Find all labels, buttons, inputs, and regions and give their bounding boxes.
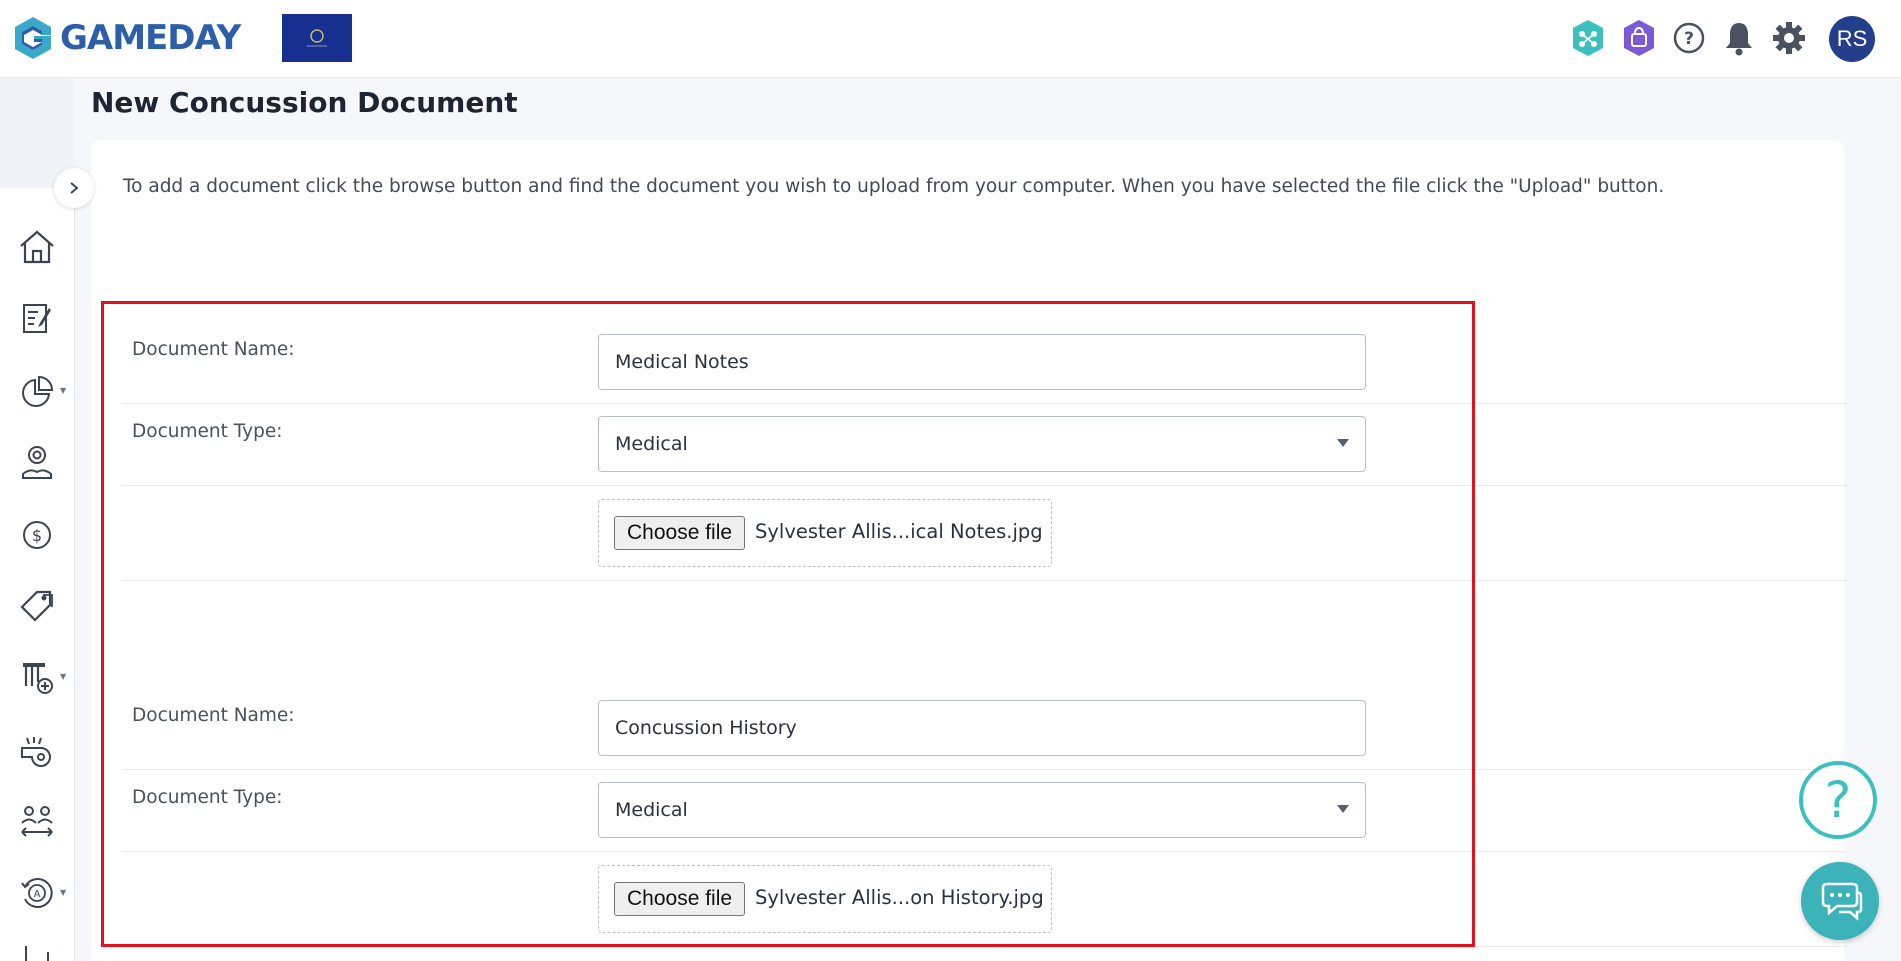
transfers-icon bbox=[21, 806, 53, 837]
finance-dollar-icon: $ bbox=[23, 521, 51, 549]
whistle-icon bbox=[21, 737, 51, 767]
top-bar: GAMEDAY ? RS bbox=[0, 0, 1901, 78]
accreditation-icon: A bbox=[21, 878, 53, 908]
bell-icon[interactable] bbox=[1719, 17, 1759, 59]
document-type-label: Document Type: bbox=[132, 787, 283, 808]
sidebar-item-officials[interactable] bbox=[14, 728, 60, 774]
reports-pie-icon bbox=[22, 375, 54, 407]
document-name-label: Document Name: bbox=[132, 705, 295, 726]
chevron-down-icon bbox=[1337, 439, 1349, 447]
sidebar-expand-button[interactable] bbox=[54, 168, 94, 208]
sidebar-item-transfers[interactable] bbox=[14, 799, 60, 845]
gameday-g-icon bbox=[15, 17, 51, 59]
competitions-icon bbox=[23, 663, 53, 694]
row-divider bbox=[122, 851, 1847, 852]
accreditation-caret-icon: ▼ bbox=[60, 888, 67, 897]
crest-icon bbox=[307, 29, 327, 47]
row-divider bbox=[122, 769, 1847, 770]
chat-bubble-icon bbox=[1821, 882, 1863, 921]
registration-form-icon bbox=[23, 304, 51, 333]
sidebar-item-finance[interactable]: $ bbox=[14, 512, 60, 558]
sidebar-item-products[interactable] bbox=[14, 583, 60, 629]
question-mark-icon: ? bbox=[1824, 771, 1852, 829]
brand-name: GAMEDAY bbox=[60, 18, 241, 58]
chat-button[interactable] bbox=[1801, 862, 1879, 940]
document-name-label: Document Name: bbox=[132, 339, 295, 360]
competitions-caret-icon: ▼ bbox=[60, 672, 67, 681]
sidebar-item-registrations[interactable] bbox=[14, 295, 60, 341]
chart-icon bbox=[25, 946, 49, 961]
home-icon bbox=[20, 230, 54, 264]
document-type-value: Medical bbox=[615, 799, 688, 821]
row-divider bbox=[122, 580, 1847, 581]
selected-file-name: Sylvester Allis...ical Notes.jpg bbox=[755, 520, 1043, 543]
row-divider bbox=[122, 946, 1847, 947]
gameday-logo[interactable]: GAMEDAY bbox=[12, 14, 241, 62]
svg-text:A: A bbox=[34, 889, 41, 900]
choose-file-button[interactable]: Choose file bbox=[614, 516, 746, 550]
shop-icon[interactable] bbox=[1619, 17, 1659, 59]
chevron-down-icon bbox=[1337, 805, 1349, 813]
document-type-value: Medical bbox=[615, 433, 688, 455]
row-divider bbox=[122, 485, 1847, 486]
document-name-input[interactable] bbox=[598, 700, 1366, 756]
sidebar-item-accreditation[interactable]: A bbox=[14, 870, 60, 916]
organisation-logo[interactable] bbox=[282, 14, 352, 62]
members-icon bbox=[22, 446, 52, 479]
sidebar-item-home[interactable] bbox=[14, 224, 60, 270]
page-title: New Concussion Document bbox=[91, 86, 518, 119]
help-center-button[interactable]: ? bbox=[1799, 761, 1877, 839]
file-upload-field: Choose file Sylvester Allis...on History… bbox=[598, 865, 1052, 933]
file-upload-field: Choose file Sylvester Allis...ical Notes… bbox=[598, 499, 1052, 567]
document-type-label: Document Type: bbox=[132, 421, 283, 442]
document-type-select[interactable]: Medical bbox=[598, 416, 1366, 472]
svg-text:?: ? bbox=[1684, 29, 1694, 49]
sidebar-item-reports[interactable] bbox=[14, 369, 60, 415]
document-name-input[interactable] bbox=[598, 334, 1366, 390]
sidebar-item-more[interactable] bbox=[14, 936, 60, 961]
choose-file-button[interactable]: Choose file bbox=[614, 882, 746, 916]
chevron-right-icon bbox=[70, 182, 79, 194]
svg-text:$: $ bbox=[32, 526, 42, 545]
selected-file-name: Sylvester Allis...on History.jpg bbox=[755, 886, 1044, 909]
sidebar-item-competitions[interactable] bbox=[14, 654, 60, 700]
user-avatar[interactable]: RS bbox=[1829, 16, 1875, 62]
sidebar-item-members[interactable] bbox=[14, 440, 60, 486]
upload-instructions: To add a document click the browse butto… bbox=[123, 176, 1665, 197]
help-icon[interactable]: ? bbox=[1669, 17, 1709, 59]
gear-icon[interactable] bbox=[1769, 17, 1809, 59]
products-tag-icon bbox=[20, 590, 53, 622]
passport-icon[interactable] bbox=[1568, 17, 1608, 59]
reports-caret-icon: ▼ bbox=[60, 386, 67, 395]
document-type-select[interactable]: Medical bbox=[598, 782, 1366, 838]
row-divider bbox=[122, 403, 1847, 404]
